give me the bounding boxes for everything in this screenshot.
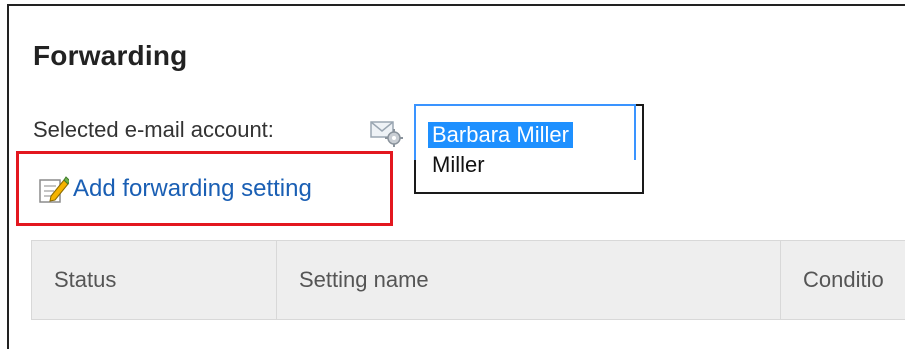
account-option-barbara-miller[interactable]: Barbara Miller xyxy=(428,122,573,148)
column-header-status[interactable]: Status xyxy=(32,241,277,319)
forwarding-table-header: Status Setting name Conditio xyxy=(31,240,905,320)
add-forwarding-setting-link[interactable]: Add forwarding setting xyxy=(37,174,312,204)
edit-icon xyxy=(39,176,69,203)
column-header-setting-name[interactable]: Setting name xyxy=(277,241,781,319)
account-option-miller[interactable]: Miller xyxy=(428,152,489,178)
account-select-listbox[interactable]: Barbara Miller Miller xyxy=(414,104,644,194)
column-header-conditions[interactable]: Conditio xyxy=(781,241,905,319)
add-forwarding-label: Add forwarding setting xyxy=(73,175,312,202)
page-title: Forwarding xyxy=(33,40,188,71)
selected-account-label: Selected e-mail account: xyxy=(33,117,274,142)
mail-settings-icon xyxy=(370,121,403,147)
